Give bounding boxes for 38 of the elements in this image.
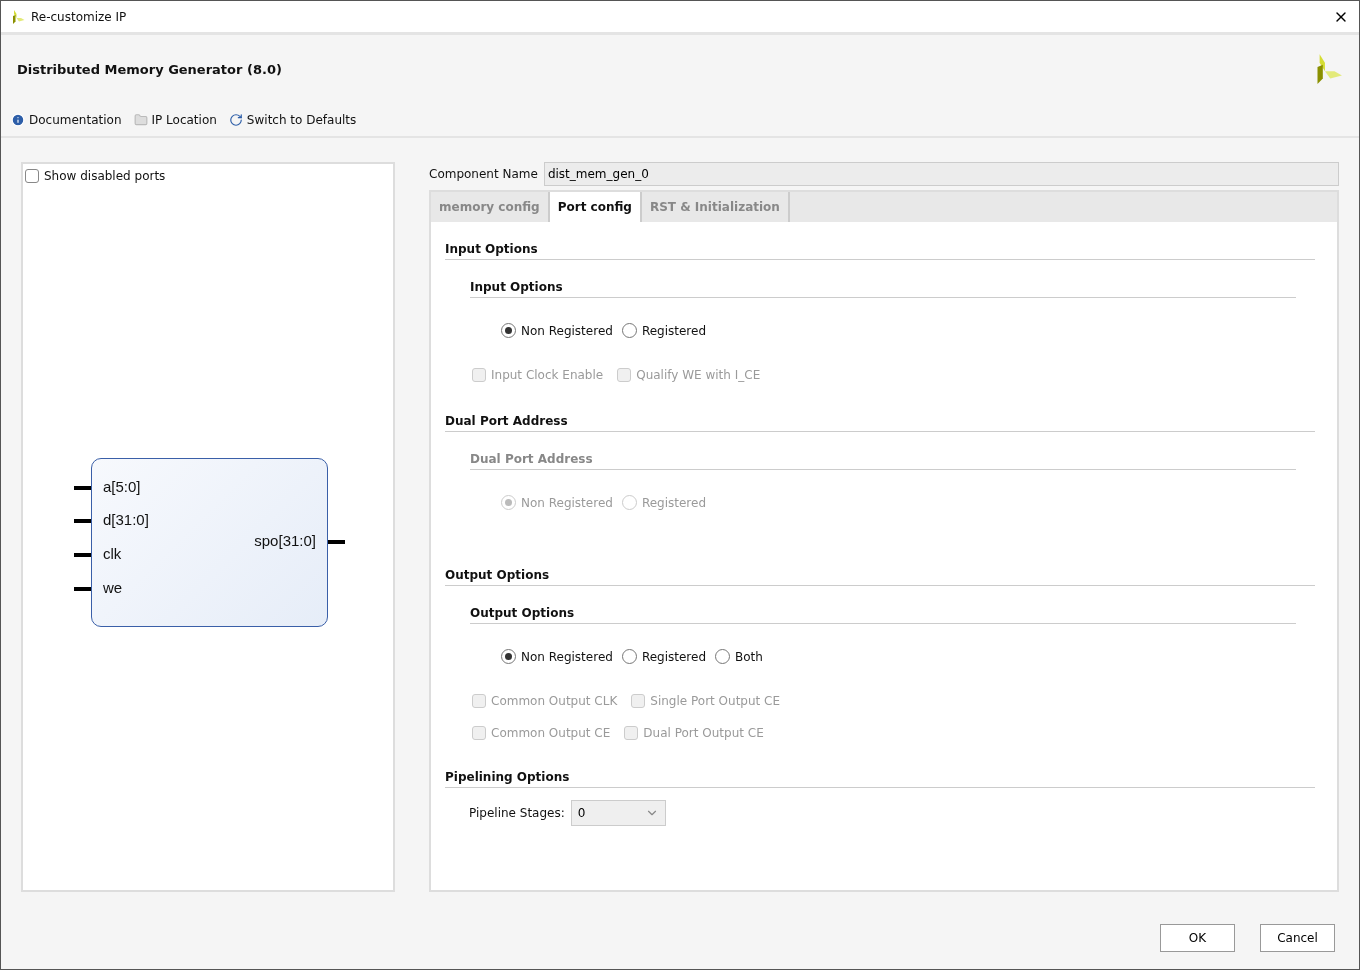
- port-label: clk: [103, 545, 122, 562]
- port-pin: [74, 486, 91, 490]
- group-heading: Output Options: [470, 606, 1296, 624]
- section-heading: Pipelining Options: [445, 770, 1315, 788]
- port-pin: [74, 553, 91, 557]
- field-label: Component Name: [429, 167, 538, 181]
- dialog-heading: Distributed Memory Generator (8.0): [17, 61, 282, 77]
- port-pin: [74, 587, 91, 591]
- component-name-field[interactable]: dist_mem_gen_0: [543, 162, 1339, 186]
- checkbox[interactable]: Show disabled ports: [25, 169, 166, 183]
- pipeline-stages-dropdown[interactable]: 0: [570, 800, 666, 826]
- section-heading: Output Options: [445, 568, 1315, 586]
- info-icon: [11, 112, 25, 127]
- radio-option[interactable]: Registered: [621, 323, 707, 338]
- toolbar-link[interactable]: Documentation: [11, 112, 122, 127]
- group-heading: Input Options: [470, 280, 1296, 298]
- dialog-button[interactable]: OK: [1160, 924, 1235, 952]
- port-label: d[31:0]: [103, 511, 149, 528]
- port-label: we: [103, 579, 123, 596]
- radio-option[interactable]: Both: [715, 649, 763, 664]
- tab[interactable]: Port config: [549, 192, 642, 222]
- folder-icon: [133, 112, 148, 127]
- section-heading: Input Options: [445, 242, 1315, 260]
- radio-option[interactable]: Non Registered: [501, 323, 613, 338]
- port-pin: [74, 519, 91, 523]
- radio-option[interactable]: Registered: [621, 649, 707, 664]
- refresh-icon: [228, 112, 243, 127]
- radio-option[interactable]: Non Registered: [501, 649, 613, 664]
- section-heading: Dual Port Address: [445, 414, 1315, 432]
- dialog-button[interactable]: Cancel: [1260, 924, 1335, 952]
- port-label: a[5:0]: [103, 478, 141, 495]
- toolbar-link[interactable]: IP Location: [133, 112, 217, 127]
- window-title: Re-customize IP: [31, 9, 128, 24]
- port-label: spo[31:0]: [254, 532, 316, 549]
- toolbar-link[interactable]: Switch to Defaults: [228, 112, 357, 127]
- port-pin: [328, 540, 345, 544]
- field-label: Pipeline Stages:: [469, 806, 565, 820]
- group-heading: Dual Port Address: [470, 452, 1296, 470]
